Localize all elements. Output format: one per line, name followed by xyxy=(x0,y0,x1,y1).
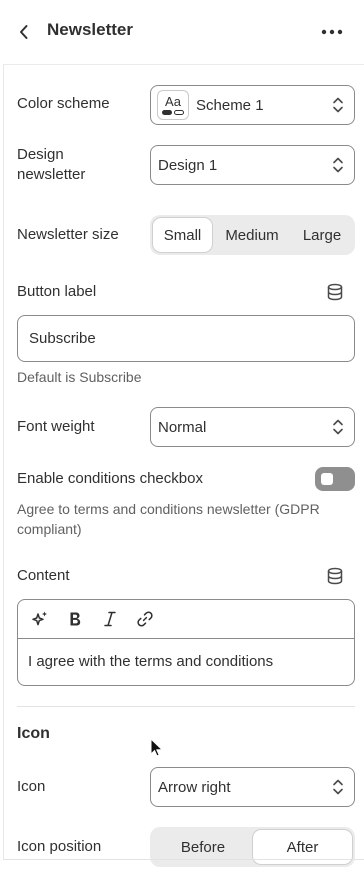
button-label-help: Default is Subscribe xyxy=(17,369,142,385)
panel-bottom-border xyxy=(3,859,364,860)
design-newsletter-value: Design 1 xyxy=(158,156,218,174)
rte-content[interactable]: I agree with the terms and conditions xyxy=(18,639,354,670)
select-arrows-icon xyxy=(333,97,343,113)
color-scheme-label: Color scheme xyxy=(17,95,110,112)
icon-value: Arrow right xyxy=(158,778,231,796)
design-newsletter-select[interactable]: Design 1 xyxy=(150,145,355,185)
size-option-medium[interactable]: Medium xyxy=(212,218,292,252)
newsletter-size-label: Newsletter size xyxy=(17,226,119,243)
italic-button[interactable] xyxy=(98,607,122,631)
size-option-large[interactable]: Large xyxy=(292,218,352,252)
icon-position-label: Icon position xyxy=(17,838,102,855)
toggle-knob xyxy=(321,473,333,485)
sparkle-icon xyxy=(32,611,47,626)
conditions-help: Agree to terms and conditions newsletter… xyxy=(17,501,320,537)
more-horizontal-icon xyxy=(321,29,343,35)
back-button[interactable] xyxy=(12,20,36,44)
font-weight-select[interactable]: Normal xyxy=(150,407,355,447)
conditions-toggle[interactable] xyxy=(315,467,355,491)
newsletter-size-segmented: Small Medium Large xyxy=(150,215,355,255)
color-scheme-value: Scheme 1 xyxy=(196,96,264,114)
content-rich-text-editor: I agree with the terms and conditions xyxy=(17,599,355,686)
ai-magic-button[interactable] xyxy=(28,607,52,631)
select-arrows-icon xyxy=(333,157,343,173)
dynamic-source-icon[interactable] xyxy=(326,567,344,585)
content-label: Content xyxy=(17,567,70,584)
bold-button[interactable] xyxy=(63,607,87,631)
button-label-input[interactable]: Subscribe xyxy=(17,315,355,362)
panel-header: Newsletter xyxy=(0,0,364,64)
font-weight-label: Font weight xyxy=(17,418,95,435)
link-button[interactable] xyxy=(133,607,157,631)
color-scheme-select[interactable]: Aa Scheme 1 xyxy=(150,85,355,125)
size-option-small[interactable]: Small xyxy=(153,218,212,252)
select-arrows-icon xyxy=(333,419,343,435)
section-divider xyxy=(17,706,355,707)
more-actions-button[interactable] xyxy=(318,20,346,44)
icon-section-title: Icon xyxy=(17,725,50,742)
select-arrows-icon xyxy=(333,779,343,795)
button-label-label: Button label xyxy=(17,283,97,300)
icon-select[interactable]: Arrow right xyxy=(150,767,355,807)
rte-toolbar xyxy=(18,600,354,639)
page-title: Newsletter xyxy=(47,20,133,39)
italic-icon xyxy=(104,611,116,627)
mouse-cursor-icon xyxy=(150,738,164,757)
icon-position-segmented: Before After xyxy=(150,827,355,867)
chevron-left-icon xyxy=(20,25,28,39)
design-newsletter-label: Design newsletter xyxy=(17,146,86,183)
icon-label: Icon xyxy=(17,778,46,795)
font-weight-value: Normal xyxy=(158,418,207,436)
dynamic-source-icon[interactable] xyxy=(326,283,344,301)
conditions-label: Enable conditions checkbox xyxy=(17,470,203,487)
scheme-swatch: Aa xyxy=(157,90,189,120)
bold-icon xyxy=(70,612,81,626)
link-icon xyxy=(137,611,153,627)
